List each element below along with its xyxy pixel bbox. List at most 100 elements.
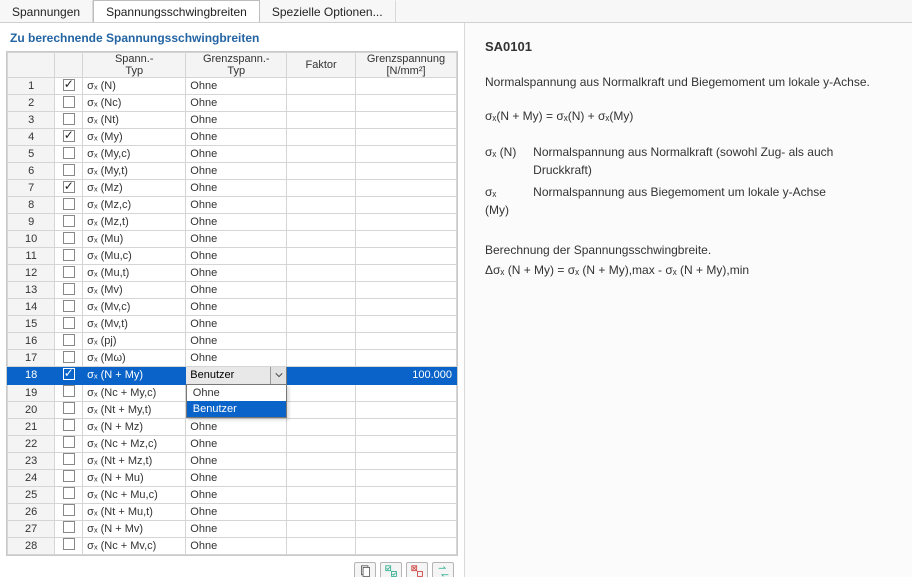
cell-grenz-typ[interactable]: Ohne [186, 486, 287, 503]
cell-faktor[interactable] [287, 214, 356, 231]
cell-grenz-typ[interactable]: Ohne [186, 282, 287, 299]
cell-grenz-typ[interactable]: Ohne [186, 248, 287, 265]
cell-grenz-typ[interactable]: Ohne [186, 231, 287, 248]
row-checkbox[interactable] [55, 146, 83, 163]
table-row[interactable]: 5σₓ (My,c)Ohne [8, 146, 457, 163]
cell-grenz-typ[interactable]: Ohne [186, 537, 287, 554]
row-checkbox[interactable] [55, 231, 83, 248]
cell-grenzspannung[interactable] [355, 520, 456, 537]
dropdown-option[interactable]: Benutzer [187, 401, 286, 417]
cell-grenzspannung[interactable] [355, 469, 456, 486]
row-checkbox[interactable] [55, 95, 83, 112]
cell-grenzspannung[interactable] [355, 503, 456, 520]
dropdown-option[interactable]: Ohne [187, 385, 286, 401]
table-row[interactable]: 6σₓ (My,t)Ohne [8, 163, 457, 180]
cell-spann-typ[interactable]: σₓ (N + My) [83, 367, 186, 385]
cell-grenzspannung[interactable] [355, 112, 456, 129]
cell-grenzspannung[interactable] [355, 282, 456, 299]
cell-grenzspannung[interactable] [355, 248, 456, 265]
row-checkbox[interactable] [55, 520, 83, 537]
table-row[interactable]: 28σₓ (Nc + Mv,c)Ohne [8, 537, 457, 554]
cell-faktor[interactable] [287, 384, 356, 401]
grenz-dropdown-list[interactable]: OhneBenutzer [186, 384, 287, 418]
table-row[interactable]: 8σₓ (Mz,c)Ohne [8, 197, 457, 214]
row-checkbox[interactable] [55, 112, 83, 129]
cell-faktor[interactable] [287, 78, 356, 95]
row-checkbox[interactable] [55, 163, 83, 180]
table-row[interactable]: 25σₓ (Nc + Mu,c)Ohne [8, 486, 457, 503]
table-row[interactable]: 1σₓ (N)Ohne [8, 78, 457, 95]
cell-grenzspannung[interactable] [355, 316, 456, 333]
cell-faktor[interactable] [287, 469, 356, 486]
cell-spann-typ[interactable]: σₓ (Nc + My,c) [83, 384, 186, 401]
cell-grenz-typ[interactable]: Ohne [186, 418, 287, 435]
cell-spann-typ[interactable]: σₓ (Nt) [83, 112, 186, 129]
row-checkbox[interactable] [55, 350, 83, 367]
cell-faktor[interactable] [287, 265, 356, 282]
row-checkbox[interactable] [55, 316, 83, 333]
row-checkbox[interactable] [55, 418, 83, 435]
cell-grenz-typ[interactable]: Ohne [186, 469, 287, 486]
cell-grenz-typ[interactable]: Ohne [186, 95, 287, 112]
table-row[interactable]: 17σₓ (Mω)Ohne [8, 350, 457, 367]
cell-spann-typ[interactable]: σₓ (pj) [83, 333, 186, 350]
chevron-down-icon[interactable] [270, 367, 286, 384]
row-checkbox[interactable] [55, 265, 83, 282]
table-row[interactable]: 24σₓ (N + Mu)Ohne [8, 469, 457, 486]
cell-spann-typ[interactable]: σₓ (Nt + Mu,t) [83, 503, 186, 520]
cell-faktor[interactable] [287, 452, 356, 469]
cell-faktor[interactable] [287, 231, 356, 248]
cell-spann-typ[interactable]: σₓ (Mu,c) [83, 248, 186, 265]
cell-faktor[interactable] [287, 163, 356, 180]
row-checkbox[interactable] [55, 452, 83, 469]
table-row[interactable]: 21σₓ (N + Mz)Ohne [8, 418, 457, 435]
cell-grenzspannung[interactable] [355, 78, 456, 95]
table-row[interactable]: 12σₓ (Mu,t)Ohne [8, 265, 457, 282]
cell-faktor[interactable] [287, 197, 356, 214]
row-checkbox[interactable] [55, 401, 83, 418]
cell-faktor[interactable] [287, 316, 356, 333]
cell-faktor[interactable] [287, 350, 356, 367]
row-checkbox[interactable] [55, 180, 83, 197]
cell-spann-typ[interactable]: σₓ (Mu,t) [83, 265, 186, 282]
cell-faktor[interactable] [287, 95, 356, 112]
cell-spann-typ[interactable]: σₓ (N + Mu) [83, 469, 186, 486]
cell-faktor[interactable] [287, 367, 356, 385]
cell-grenz-typ[interactable]: Ohne [186, 78, 287, 95]
table-row[interactable]: 7σₓ (Mz)Ohne [8, 180, 457, 197]
cell-faktor[interactable] [287, 333, 356, 350]
cell-faktor[interactable] [287, 418, 356, 435]
cell-spann-typ[interactable]: σₓ (Nc + Mz,c) [83, 435, 186, 452]
row-checkbox[interactable] [55, 214, 83, 231]
cell-faktor[interactable] [287, 180, 356, 197]
cell-faktor[interactable] [287, 112, 356, 129]
toggle-icon[interactable] [432, 562, 454, 577]
table-row[interactable]: 23σₓ (Nt + Mz,t)Ohne [8, 452, 457, 469]
cell-grenzspannung[interactable] [355, 418, 456, 435]
cell-grenzspannung[interactable] [355, 350, 456, 367]
cell-faktor[interactable] [287, 401, 356, 418]
cell-grenzspannung[interactable] [355, 265, 456, 282]
check-all-icon[interactable] [380, 562, 402, 577]
row-checkbox[interactable] [55, 486, 83, 503]
cell-grenzspannung[interactable] [355, 333, 456, 350]
table-row[interactable]: 3σₓ (Nt)Ohne [8, 112, 457, 129]
cell-grenzspannung[interactable] [355, 197, 456, 214]
cell-grenzspannung[interactable] [355, 486, 456, 503]
row-checkbox[interactable] [55, 197, 83, 214]
cell-grenzspannung[interactable] [355, 129, 456, 146]
cell-faktor[interactable] [287, 435, 356, 452]
row-checkbox[interactable] [55, 333, 83, 350]
uncheck-all-icon[interactable] [406, 562, 428, 577]
cell-faktor[interactable] [287, 129, 356, 146]
row-checkbox[interactable] [55, 384, 83, 401]
row-checkbox[interactable] [55, 367, 83, 385]
tab-spannungsschwingbreiten[interactable]: Spannungsschwingbreiten [93, 0, 260, 22]
cell-faktor[interactable] [287, 146, 356, 163]
cell-faktor[interactable] [287, 248, 356, 265]
cell-spann-typ[interactable]: σₓ (Mv) [83, 282, 186, 299]
cell-grenzspannung[interactable] [355, 435, 456, 452]
tab-spezielle-optionen[interactable]: Spezielle Optionen... [260, 0, 396, 22]
cell-grenzspannung[interactable] [355, 299, 456, 316]
cell-grenz-typ[interactable]: Ohne [186, 197, 287, 214]
